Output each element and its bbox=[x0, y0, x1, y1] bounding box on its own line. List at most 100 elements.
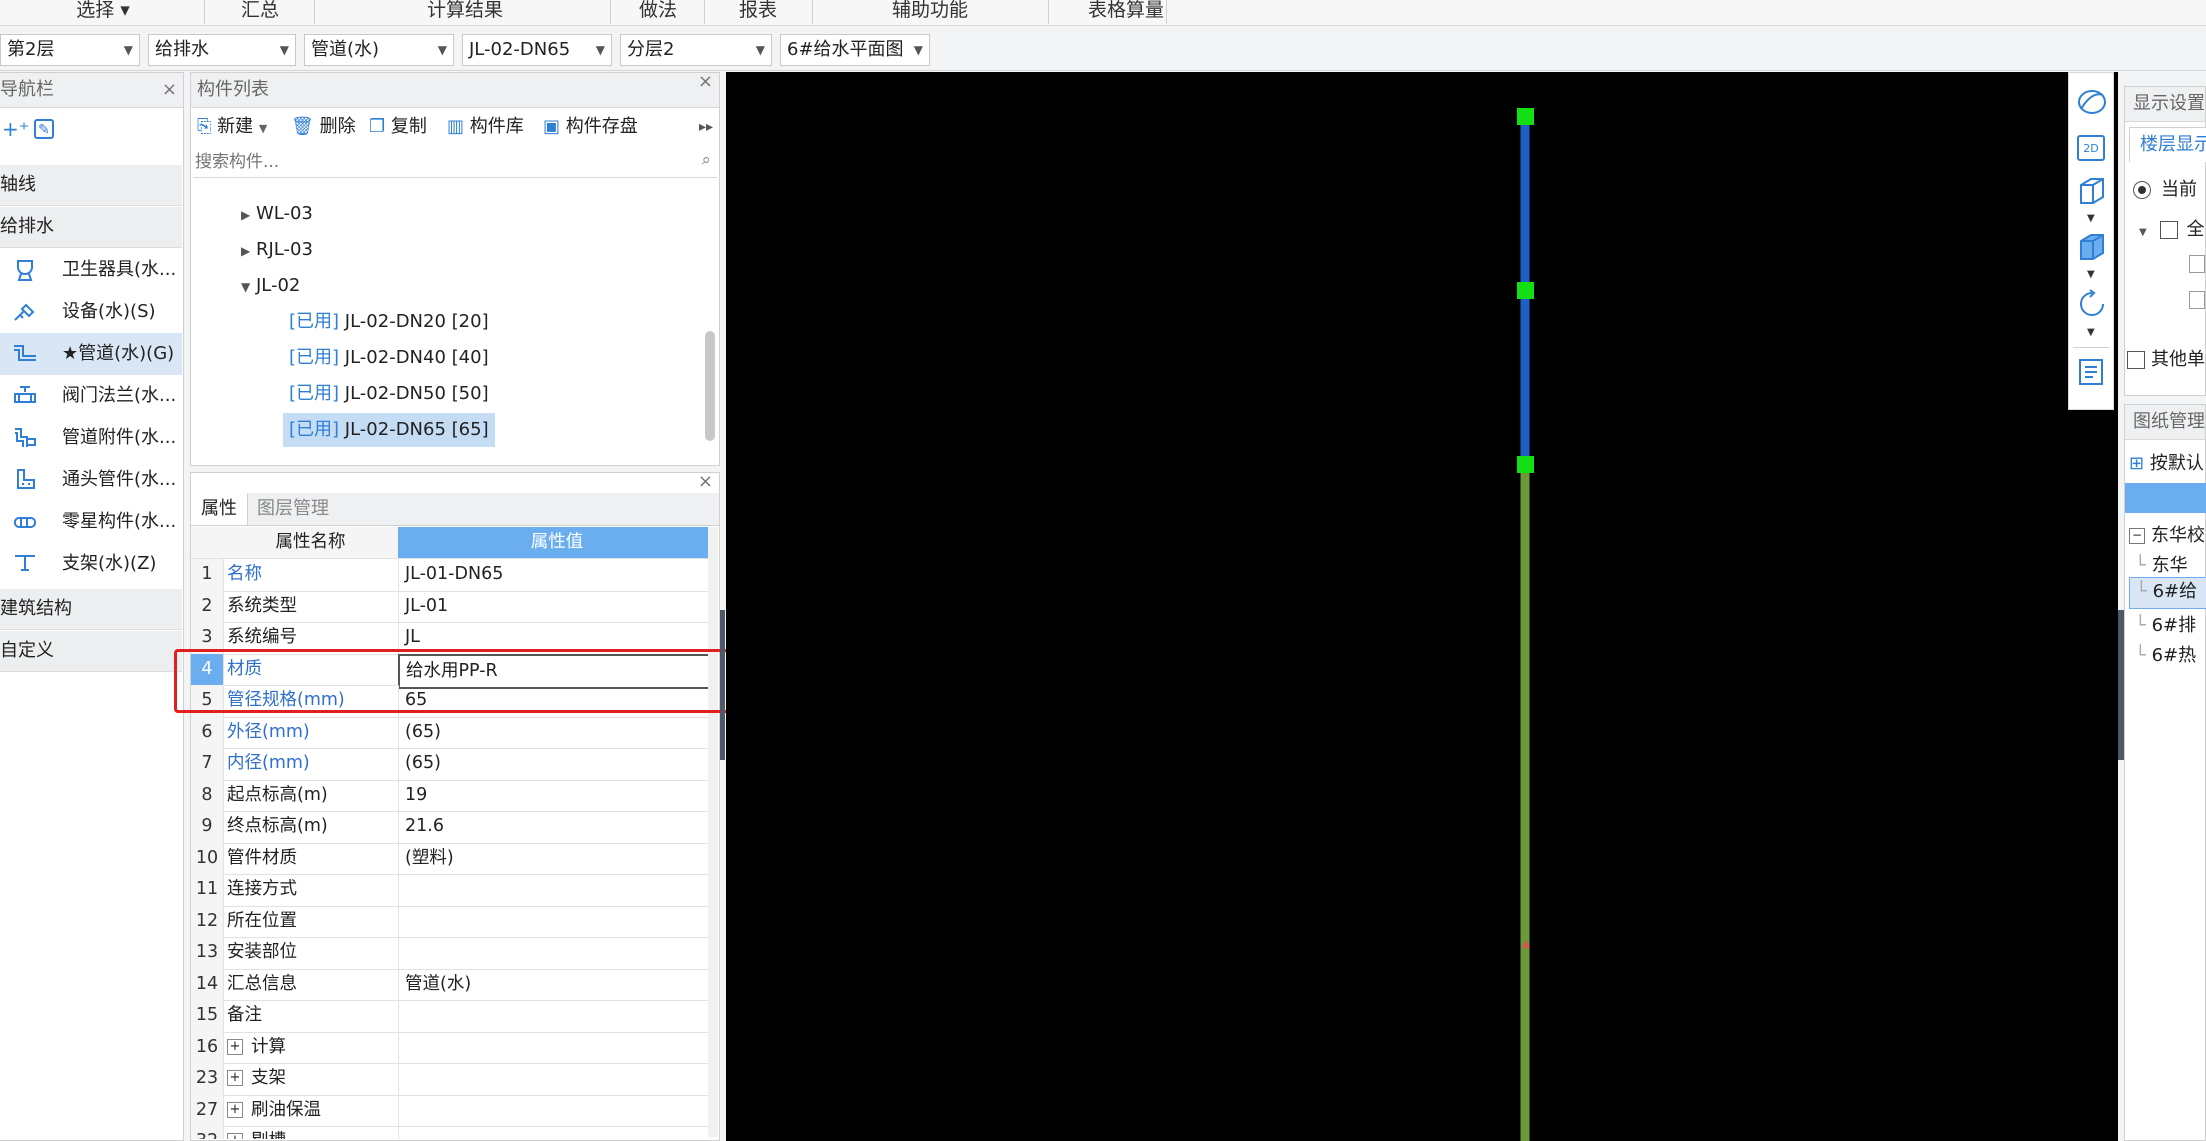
prop-value[interactable] bbox=[398, 1031, 716, 1063]
prop-row[interactable]: 23 + 支架 bbox=[191, 1063, 716, 1096]
nav-cat-axis[interactable]: 轴线 bbox=[0, 165, 182, 206]
props-scrollbar[interactable] bbox=[708, 527, 718, 1137]
tree-leaf-dn40[interactable]: [已用] JL-02-DN40 [40] bbox=[283, 341, 495, 375]
ribbon-select[interactable]: 选择 ▾ bbox=[58, 0, 148, 24]
drawing-canvas[interactable] bbox=[726, 72, 2118, 1141]
prop-row[interactable]: 11 连接方式 bbox=[191, 874, 716, 907]
prop-row[interactable]: 13 安装部位 bbox=[191, 937, 716, 970]
tree-scrollbar[interactable] bbox=[705, 331, 715, 441]
all-floors-check[interactable]: ▼ 全 bbox=[2139, 215, 2204, 241]
close-icon[interactable]: × bbox=[698, 471, 713, 492]
view-2d-icon[interactable]: 2D bbox=[2077, 135, 2105, 161]
prop-value[interactable]: (65) bbox=[398, 716, 716, 748]
ribbon-table-calc[interactable]: 表格算量 bbox=[1062, 0, 1190, 24]
prop-value[interactable]: 21.6 bbox=[398, 811, 716, 843]
tree-node-rjl03[interactable]: ▶ RJL-03 bbox=[241, 233, 313, 267]
prop-row[interactable]: 15 备注 bbox=[191, 1000, 716, 1033]
discipline-select[interactable]: 给排水 ▼ bbox=[148, 34, 296, 66]
prop-row[interactable]: 14 汇总信息 管道(水) bbox=[191, 968, 716, 1001]
prop-value[interactable] bbox=[398, 1000, 716, 1032]
prop-value[interactable]: (塑料) bbox=[398, 842, 716, 874]
tree-leaf-dn20[interactable]: [已用] JL-02-DN20 [20] bbox=[283, 305, 495, 339]
prop-row[interactable]: 7 内径(mm) (65) bbox=[191, 748, 716, 781]
prop-value[interactable] bbox=[398, 937, 716, 969]
drawing-item[interactable]: └ 6#排 bbox=[2135, 611, 2196, 637]
prop-row[interactable]: 32+剔槽 bbox=[191, 1126, 716, 1139]
drawing-root[interactable]: − 东华校 bbox=[2129, 521, 2205, 547]
prop-value[interactable]: 管道(水) bbox=[398, 968, 716, 1000]
prop-row[interactable]: 10 管件材质 (塑料) bbox=[191, 842, 716, 875]
orbit-icon[interactable] bbox=[2077, 87, 2107, 117]
prop-row[interactable]: 8 起点标高(m) 19 bbox=[191, 779, 716, 812]
expand-icon[interactable]: + bbox=[227, 1101, 243, 1118]
nav-cat-custom[interactable]: 自定义 bbox=[0, 631, 182, 672]
close-icon[interactable]: × bbox=[162, 73, 177, 107]
expand-icon[interactable]: + bbox=[227, 1133, 243, 1139]
default-button[interactable]: ⊞ 按默认 bbox=[2129, 449, 2204, 475]
ribbon-summary[interactable]: 汇总 bbox=[222, 0, 298, 24]
drawing-select[interactable]: 6#给水平面图 ▼ bbox=[780, 34, 930, 66]
cube-icon[interactable] bbox=[2077, 175, 2107, 205]
layer-display-icon[interactable] bbox=[2077, 357, 2107, 387]
nav-cat-water[interactable]: 给排水 bbox=[0, 207, 182, 248]
nav-item-valve[interactable]: 阀门法兰(水... bbox=[0, 375, 182, 417]
close-icon[interactable]: × bbox=[698, 65, 713, 99]
expand-icon[interactable]: + bbox=[227, 1070, 243, 1086]
nav-cat-building[interactable]: 建筑结构 bbox=[0, 589, 182, 630]
tree-leaf-dn65-selected[interactable]: [已用] JL-02-DN65 [65] bbox=[283, 413, 495, 447]
chevron-down-icon[interactable]: ▼ bbox=[2087, 213, 2095, 224]
floor-checkbox[interactable] bbox=[2189, 255, 2205, 273]
prop-value[interactable] bbox=[398, 1094, 716, 1126]
new-button[interactable]: ⎘ 新建 ▼ bbox=[197, 109, 267, 147]
prop-value[interactable] bbox=[398, 905, 716, 937]
prop-row[interactable]: 6 外径(mm) (65) bbox=[191, 716, 716, 749]
nav-item-sanitary[interactable]: 卫生器具(水... bbox=[0, 249, 182, 291]
drawing-item[interactable]: └ 东华 bbox=[2135, 551, 2188, 577]
search-input[interactable] bbox=[193, 147, 687, 177]
nav-item-pipe[interactable]: ★管道(水)(G) bbox=[0, 333, 182, 375]
expand-icon[interactable]: + bbox=[227, 1038, 243, 1055]
tab-floor-display[interactable]: 楼层显示 bbox=[2129, 127, 2206, 162]
search-icon[interactable]: ⌕ bbox=[701, 150, 711, 170]
prop-value[interactable] bbox=[398, 1126, 716, 1139]
add-axis-icon[interactable]: +⁺ bbox=[2, 117, 29, 141]
type-select[interactable]: 管道(水) ▼ bbox=[304, 34, 454, 66]
chevron-down-icon[interactable]: ▼ bbox=[2087, 269, 2095, 280]
solid-cube-icon[interactable] bbox=[2077, 231, 2107, 263]
splitter-handle[interactable] bbox=[720, 610, 725, 760]
ribbon-method[interactable]: 做法 bbox=[626, 0, 690, 24]
nav-item-support[interactable]: 支架(水)(Z) bbox=[0, 543, 182, 585]
other-units-check[interactable]: 其他单 bbox=[2127, 345, 2205, 371]
rotate-icon[interactable] bbox=[2077, 289, 2107, 319]
tree-node-wl03[interactable]: ▶ WL-03 bbox=[241, 197, 313, 231]
floor-checkbox[interactable] bbox=[2189, 291, 2205, 309]
ribbon-report[interactable]: 报表 bbox=[722, 0, 794, 24]
edit-icon[interactable]: ✎ bbox=[34, 119, 54, 139]
nav-item-misc[interactable]: 零星构件(水... bbox=[0, 501, 182, 543]
library-button[interactable]: ▥ 构件库 bbox=[447, 109, 524, 145]
prop-value[interactable]: 19 bbox=[398, 779, 716, 811]
prop-row[interactable]: 27 + 刷油保温 bbox=[191, 1094, 716, 1127]
nav-item-pipe-fitting[interactable]: 管道附件(水... bbox=[0, 417, 182, 459]
ribbon-calc-result[interactable]: 计算结果 bbox=[410, 0, 520, 24]
prop-value[interactable]: JL-01-DN65 bbox=[398, 559, 716, 591]
delete-button[interactable]: 🗑 删除 bbox=[291, 109, 356, 145]
chevron-down-icon[interactable]: ▼ bbox=[2087, 327, 2095, 338]
prop-row[interactable]: 9 终点标高(m) 21.6 bbox=[191, 811, 716, 844]
save-component-button[interactable]: ▣ 构件存盘 bbox=[543, 109, 638, 145]
drawing-item[interactable]: └ 6#热 bbox=[2135, 641, 2196, 667]
prop-row[interactable]: 16 + 计算 bbox=[191, 1031, 716, 1064]
prop-row[interactable]: 1 名称 JL-01-DN65 bbox=[191, 559, 716, 592]
tree-node-jl02[interactable]: ▼ JL-02 bbox=[241, 269, 300, 303]
more-icon[interactable]: ▸▸ bbox=[699, 109, 713, 145]
prop-value[interactable] bbox=[398, 874, 716, 906]
copy-button[interactable]: ❐ 复制 bbox=[369, 109, 427, 145]
prop-value[interactable]: JL-01 bbox=[398, 590, 716, 622]
nav-item-tee[interactable]: 通头管件(水... bbox=[0, 459, 182, 501]
drawing-item-selected[interactable]: └ 6#给 bbox=[2129, 577, 2206, 609]
prop-value[interactable]: (65) bbox=[398, 748, 716, 780]
prop-row[interactable]: 2 系统类型 JL-01 bbox=[191, 590, 716, 623]
tab-properties[interactable]: 属性 bbox=[191, 493, 248, 525]
prop-value[interactable] bbox=[398, 1063, 716, 1095]
current-floor-radio[interactable]: 当前 bbox=[2133, 175, 2197, 201]
